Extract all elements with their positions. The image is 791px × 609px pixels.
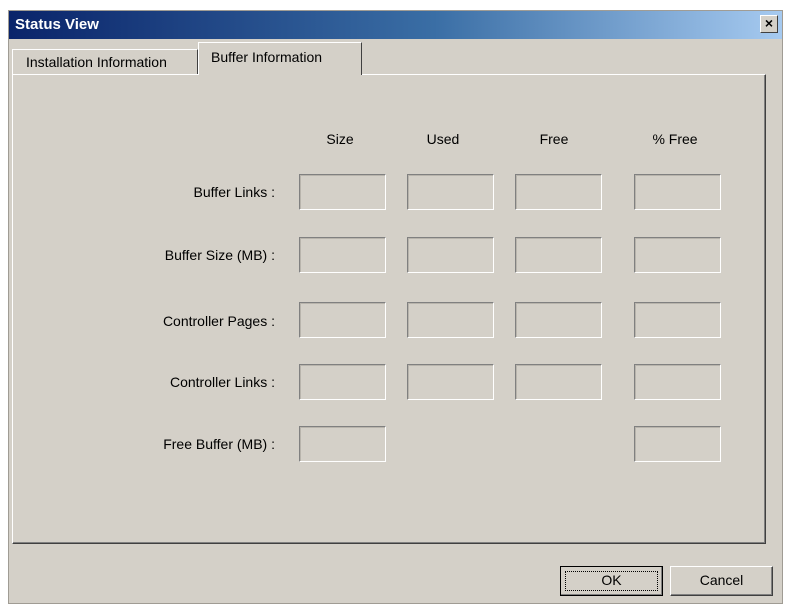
buffer-links-used-field bbox=[407, 174, 494, 210]
controller-pages-percent-free-field bbox=[634, 302, 721, 338]
column-header-used: Used bbox=[426, 131, 460, 147]
close-icon: × bbox=[764, 15, 774, 31]
row-label-controller-pages: Controller Pages : bbox=[162, 313, 275, 329]
controller-pages-used-field bbox=[407, 302, 494, 338]
controller-links-percent-free-field bbox=[634, 364, 721, 400]
focus-ring bbox=[565, 571, 658, 591]
controller-links-size-field bbox=[299, 364, 386, 400]
buffer-links-size-field bbox=[299, 174, 386, 210]
buffer-size-free-field bbox=[515, 237, 602, 273]
row-label-buffer-links: Buffer Links : bbox=[193, 184, 275, 200]
cancel-button-label: Cancel bbox=[699, 572, 744, 588]
buffer-size-used-field bbox=[407, 237, 494, 273]
buffer-links-percent-free-field bbox=[634, 174, 721, 210]
buffer-links-free-field bbox=[515, 174, 602, 210]
controller-pages-size-field bbox=[299, 302, 386, 338]
buffer-size-size-field bbox=[299, 237, 386, 273]
buffer-size-percent-free-field bbox=[634, 237, 721, 273]
column-header-size: Size bbox=[326, 131, 354, 147]
controller-links-used-field bbox=[407, 364, 494, 400]
column-header-free: Free bbox=[539, 131, 569, 147]
title-bar[interactable]: Status View × bbox=[9, 11, 782, 39]
close-button[interactable]: × bbox=[760, 15, 778, 33]
free-buffer-size-field bbox=[299, 426, 386, 462]
cancel-button[interactable]: Cancel bbox=[670, 566, 773, 596]
controller-links-free-field bbox=[515, 364, 602, 400]
row-label-free-buffer: Free Buffer (MB) : bbox=[163, 436, 275, 452]
controller-pages-free-field bbox=[515, 302, 602, 338]
column-header-percent-free: % Free bbox=[652, 131, 698, 147]
row-label-buffer-size: Buffer Size (MB) : bbox=[164, 247, 275, 263]
window-title: Status View bbox=[15, 16, 99, 33]
tab-installation-information[interactable]: Installation Information bbox=[12, 49, 198, 75]
tab-buffer-information[interactable]: Buffer Information bbox=[198, 42, 362, 75]
ok-button[interactable]: OK bbox=[560, 566, 663, 596]
free-buffer-percent-free-field bbox=[634, 426, 721, 462]
row-label-controller-links: Controller Links : bbox=[169, 374, 275, 390]
